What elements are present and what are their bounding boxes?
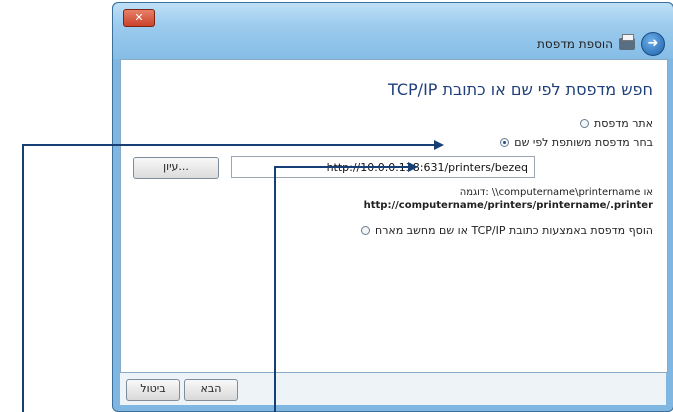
callout-line-1-horizontal [22,144,436,146]
cancel-button[interactable]: ביטול [126,379,180,401]
printer-icon [619,34,635,50]
callout-arrow-2 [408,162,418,172]
back-button[interactable]: ➜ [641,32,665,56]
option-shared-by-name[interactable]: בחר מדפסת משותפת לפי שם [500,136,653,149]
option-find-printer[interactable]: אתר מדפסת [579,117,653,130]
option-tcp-ip[interactable]: הוסף מדפסת באמצעות כתובת TCP/IP או שם מח… [361,224,653,237]
radio-shared-by-name[interactable] [500,138,510,147]
next-button[interactable]: הבא [184,379,238,401]
nav-title: הוספת מדפסת [537,37,613,51]
option-shared-by-name-label: בחר מדפסת משותפת לפי שם [514,136,653,149]
example-text: דוגמה: \\computername\printername או htt… [364,186,653,212]
wizard-content: חפש מדפסת לפי שם או כתובת TCP/IP אתר מדפ… [120,59,668,373]
radio-tcp-ip[interactable] [361,226,371,235]
callout-line-2-vertical [274,166,276,412]
callout-line-1-vertical [22,144,24,412]
radio-find-printer[interactable] [579,119,589,128]
arrow-left-icon: ➜ [647,36,659,51]
callout-arrow-1 [434,140,444,150]
title-bar: ✕ הוספת מדפסת ➜ [113,3,673,59]
navigation-bar: הוספת מדפסת ➜ [537,32,665,56]
close-button[interactable]: ✕ [123,9,155,27]
example-line-2: http://computername/printers/printername… [363,200,653,211]
example-line-1: דוגמה: \\computername\printername או [459,187,653,198]
add-printer-window: ✕ הוספת מדפסת ➜ חפש מדפסת לפי שם או כתוב… [112,2,673,412]
page-title: חפש מדפסת לפי שם או כתובת TCP/IP [388,80,653,99]
option-tcp-ip-label: הוסף מדפסת באמצעות כתובת TCP/IP או שם מח… [375,224,653,237]
callout-line-2-horizontal [274,166,410,168]
wizard-footer: הבא ביטול [120,373,666,405]
browse-button[interactable]: עיון... [133,157,219,179]
option-find-printer-label: אתר מדפסת [593,117,653,130]
